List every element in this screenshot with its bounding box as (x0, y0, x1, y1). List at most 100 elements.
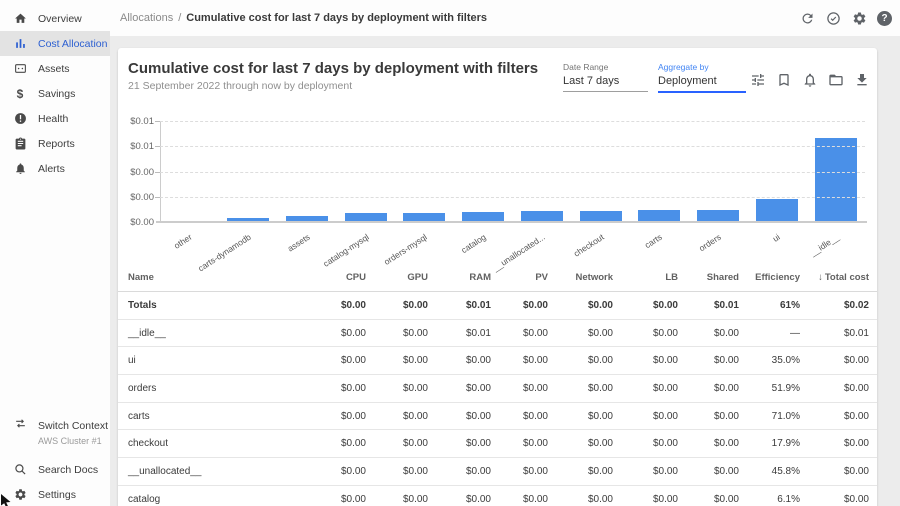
reports-icon (13, 137, 27, 151)
row-name: __idle__ (128, 328, 306, 339)
topbar: Allocations / Cumulative cost for last 7… (0, 0, 900, 36)
date-range-label: Date Range (563, 62, 648, 72)
table-row-Totals[interactable]: Totals$0.00$0.00$0.01$0.00$0.00$0.00$0.0… (118, 292, 877, 320)
row-value: $0.00 (613, 328, 678, 339)
table-row-checkout[interactable]: checkout$0.00$0.00$0.00$0.00$0.00$0.00$0… (118, 430, 877, 458)
aggregate-by-select[interactable]: Aggregate by Deployment (658, 62, 746, 93)
bookmark-icon[interactable] (776, 72, 792, 88)
sidebar-item-health[interactable]: Health (0, 106, 110, 131)
breadcrumb-allocations-link[interactable]: Allocations (120, 12, 173, 24)
row-value: $0.00 (548, 328, 613, 339)
download-icon[interactable] (854, 72, 870, 88)
row-name: orders (128, 383, 306, 394)
row-value: 71.0% (739, 411, 800, 422)
row-value: $0.00 (306, 328, 366, 339)
row-value: $0.00 (491, 355, 548, 366)
row-value: $0.02 (800, 300, 869, 311)
row-value: $0.00 (548, 438, 613, 449)
sidebar-item-label: Search Docs (38, 464, 98, 476)
column-header-lb[interactable]: LB (613, 272, 678, 283)
row-value: $0.00 (613, 438, 678, 449)
table-row-orders[interactable]: orders$0.00$0.00$0.00$0.00$0.00$0.00$0.0… (118, 375, 877, 403)
sidebar-item-reports[interactable]: Reports (0, 131, 110, 156)
sort-desc-icon: ↓ (818, 272, 823, 283)
folder-icon[interactable] (828, 72, 844, 88)
sidebar-item-label: Savings (38, 88, 75, 100)
home-icon (13, 12, 27, 26)
row-value: $0.00 (678, 355, 739, 366)
gridline (160, 121, 865, 122)
sidebar-item-assets[interactable]: Assets (0, 56, 110, 81)
sidebar-item-settings[interactable]: Settings (0, 482, 110, 506)
row-value: $0.00 (428, 411, 491, 422)
row-value: $0.00 (613, 355, 678, 366)
row-name: Totals (128, 300, 306, 311)
row-value: $0.00 (678, 494, 739, 505)
column-header-efficiency[interactable]: Efficiency (739, 272, 800, 283)
row-value: $0.01 (678, 300, 739, 311)
column-header-network[interactable]: Network (548, 272, 613, 283)
page: { "topbar": { "breadcrumb_section": "All… (0, 0, 900, 506)
row-value: $0.00 (678, 411, 739, 422)
column-header-ram[interactable]: RAM (428, 272, 491, 283)
help-icon[interactable]: ? (877, 11, 892, 26)
column-header-name[interactable]: Name (128, 272, 306, 283)
breadcrumb-separator: / (178, 12, 181, 24)
sidebar-item-cost-allocation[interactable]: Cost Allocation (0, 31, 110, 56)
column-header-shared[interactable]: Shared (678, 272, 739, 283)
topbar-actions: ? (799, 0, 892, 36)
row-value: 61% (739, 300, 800, 311)
row-value: $0.00 (613, 466, 678, 477)
row-value: 17.9% (739, 438, 800, 449)
row-value: $0.01 (428, 328, 491, 339)
row-value: $0.00 (306, 438, 366, 449)
row-value: $0.00 (428, 494, 491, 505)
row-name: ui (128, 355, 306, 366)
refresh-icon[interactable] (799, 10, 815, 26)
search-icon (13, 463, 27, 477)
sidebar-item-overview[interactable]: Overview (0, 6, 110, 31)
sidebar-footer: Switch Context AWS Cluster #1 Search Doc… (0, 413, 110, 506)
alerts-bell-icon[interactable] (802, 72, 818, 88)
aggregate-by-label: Aggregate by (658, 62, 746, 72)
gear-icon[interactable] (851, 10, 867, 26)
check-circle-icon[interactable] (825, 10, 841, 26)
table-row-__unallocated__[interactable]: __unallocated__$0.00$0.00$0.00$0.00$0.00… (118, 458, 877, 486)
allocation-table-header: NameCPUGPURAMPVNetworkLBSharedEfficiency… (118, 264, 877, 292)
sidebar-item-switch-context[interactable]: Switch Context AWS Cluster #1 (0, 413, 110, 447)
row-value: $0.00 (678, 438, 739, 449)
row-value: $0.00 (800, 355, 869, 366)
filters-tune-icon[interactable] (750, 72, 766, 88)
table-row-ui[interactable]: ui$0.00$0.00$0.00$0.00$0.00$0.00$0.0035.… (118, 347, 877, 375)
table-row-__idle__[interactable]: __idle__$0.00$0.00$0.01$0.00$0.00$0.00$0… (118, 320, 877, 348)
row-value: — (739, 328, 800, 339)
column-header-cpu[interactable]: CPU (306, 272, 366, 283)
row-value: $0.00 (548, 355, 613, 366)
column-header-pv[interactable]: PV (491, 272, 548, 283)
chart-bar-__idle__[interactable] (815, 138, 857, 222)
y-axis-tick (155, 172, 160, 173)
assets-icon (13, 62, 27, 76)
column-header-total-cost[interactable]: ↓Total cost (800, 272, 869, 283)
health-icon (13, 112, 27, 126)
sidebar-item-label: Alerts (38, 163, 65, 175)
row-value: $0.00 (428, 383, 491, 394)
y-axis-tick-label: $0.00 (118, 217, 154, 228)
gridline (160, 146, 865, 147)
sidebar-item-alerts[interactable]: Alerts (0, 156, 110, 181)
row-value: $0.00 (548, 466, 613, 477)
page-title: Cumulative cost for last 7 days by deplo… (128, 60, 538, 77)
date-range-select[interactable]: Date Range Last 7 days (563, 62, 648, 92)
column-header-gpu[interactable]: GPU (366, 272, 428, 283)
row-value: $0.00 (491, 300, 548, 311)
sidebar-item-savings[interactable]: $ Savings (0, 81, 110, 106)
cluster-context-label: AWS Cluster #1 (38, 436, 108, 446)
table-row-catalog[interactable]: catalog$0.00$0.00$0.00$0.00$0.00$0.00$0.… (118, 486, 877, 506)
sidebar-item-search-docs[interactable]: Search Docs (0, 457, 110, 482)
table-row-carts[interactable]: carts$0.00$0.00$0.00$0.00$0.00$0.00$0.00… (118, 403, 877, 431)
row-name: __unallocated__ (128, 466, 306, 477)
row-value: $0.00 (366, 494, 428, 505)
row-value: $0.00 (491, 383, 548, 394)
chart-bar-ui[interactable] (756, 199, 798, 222)
sidebar-item-label: Switch Context (38, 420, 108, 432)
